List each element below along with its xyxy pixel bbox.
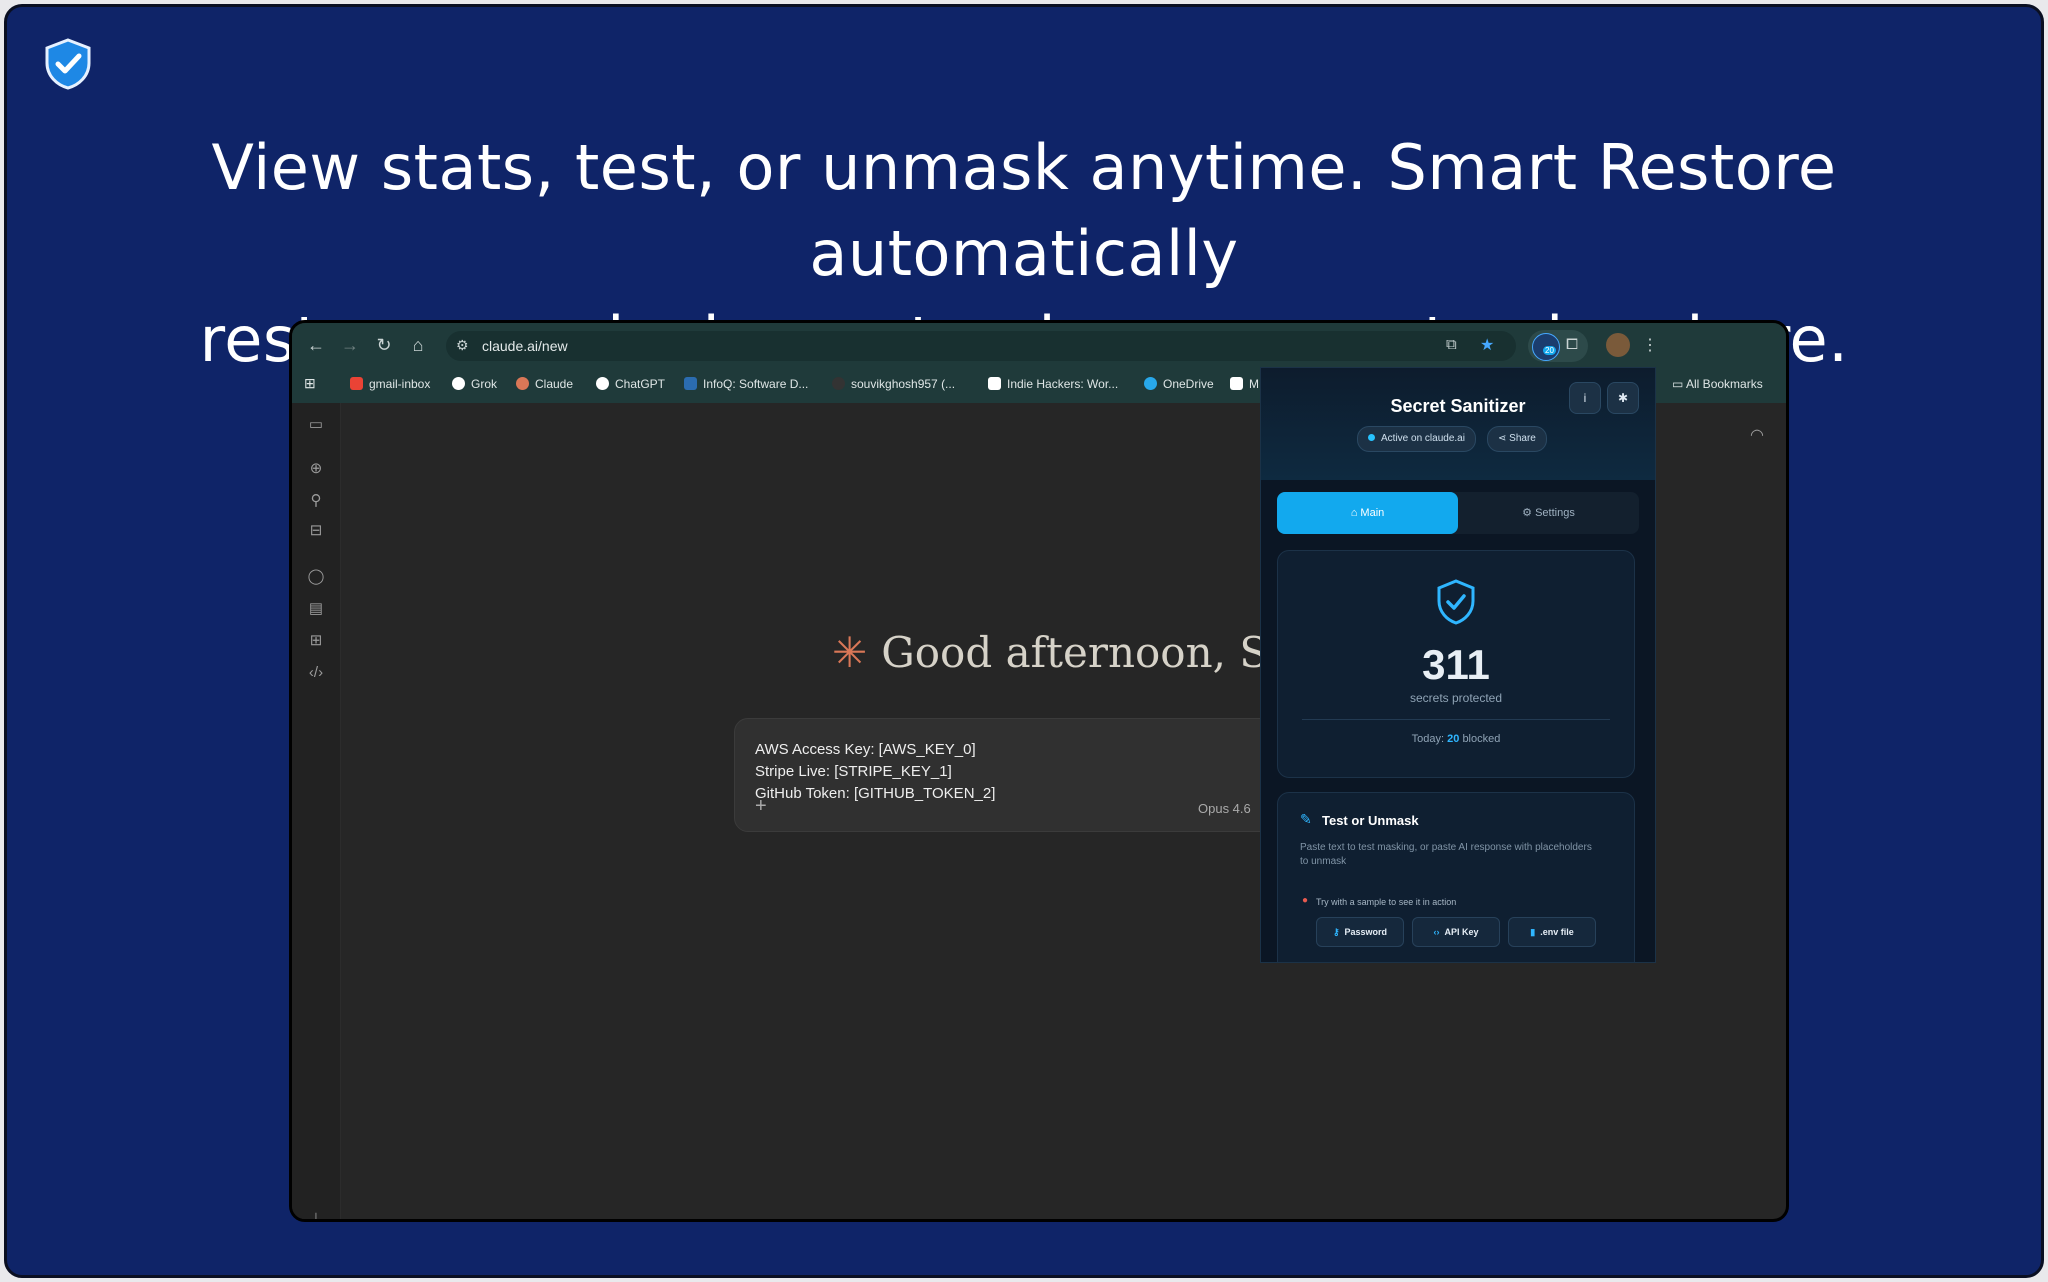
new-chat-icon[interactable]: ⊕ <box>306 459 326 479</box>
secret-sanitizer-extension-icon[interactable]: 20 <box>1532 333 1560 361</box>
shield-check-icon <box>45 38 91 90</box>
bookmark-item[interactable]: OneDrive <box>1144 377 1214 391</box>
reload-icon[interactable]: ↻ <box>372 333 396 357</box>
chatgpt-icon <box>596 377 609 390</box>
chats-icon[interactable]: ◯ <box>306 567 326 587</box>
prompt-line: GitHub Token: [GITHUB_TOKEN_2] <box>755 785 996 802</box>
tab-settings[interactable]: ⚙ Settings <box>1458 492 1639 534</box>
projects-icon[interactable]: ▤ <box>306 599 326 619</box>
gear-icon: ⚙ <box>1522 507 1536 519</box>
download-icon[interactable]: ⤓ <box>306 1209 326 1219</box>
puzzle-icon[interactable]: ⧠ <box>1566 336 1578 353</box>
bookmark-item[interactable]: gmail-inbox <box>350 377 430 391</box>
key-icon: ⚷ <box>1332 927 1340 937</box>
home-icon: ⌂ <box>1350 507 1361 519</box>
popup-tabs: ⌂ Main ⚙ Settings <box>1277 492 1639 534</box>
secrets-count-label: secrets protected <box>1409 691 1503 705</box>
test-description: Paste text to test masking, or paste AI … <box>1300 842 1592 867</box>
bookmark-item[interactable]: Indie Hackers: Wor... <box>988 377 1118 391</box>
headline-line-1: View stats, test, or unmask anytime. Sma… <box>211 131 1837 290</box>
search-icon[interactable]: ⚲ <box>306 491 326 511</box>
file-icon: ▮ <box>1530 927 1536 937</box>
sidebar-toggle-icon[interactable]: ▭ <box>306 415 326 435</box>
model-selector[interactable]: Opus 4.6 <box>1198 801 1251 816</box>
popup-header: Secret Sanitizer Active on claude.ai ⋖ S… <box>1261 368 1655 480</box>
share-icon: ⋖ <box>1498 433 1510 444</box>
grok-icon <box>452 377 465 390</box>
claude-icon <box>516 377 529 390</box>
status-dot <box>1368 434 1375 441</box>
sample-env-file-button[interactable]: ▮ .env file <box>1508 917 1596 947</box>
bookmark-item[interactable]: souvikghosh957 (... <box>832 377 955 391</box>
folder-icon: ▭ <box>1672 377 1687 391</box>
gear-icon: ✱ <box>1617 391 1629 405</box>
info-icon: i <box>1583 391 1587 405</box>
artifacts-icon[interactable]: ⊞ <box>306 631 326 651</box>
bookmark-item[interactable]: M <box>1230 377 1259 391</box>
address-bar[interactable]: ⚙ claude.ai/new ⧉ ★ 20 ⧠ ⋮ <box>446 330 1786 362</box>
all-bookmarks[interactable]: ▭ All Bookmarks <box>1672 377 1763 391</box>
settings-gear-button[interactable]: ✱ <box>1607 382 1639 414</box>
extension-badge: 20 <box>1543 346 1556 355</box>
browser-toolbar: ← → ↻ ⌂ ⚙ claude.ai/new ⧉ ★ 20 ⧠ ⋮ <box>292 323 1786 367</box>
prompt-line: AWS Access Key: [AWS_KEY_0] <box>755 741 976 758</box>
back-arrow-icon[interactable]: ← <box>304 333 328 357</box>
chat-sidebar: ▭ ⊕ ⚲ ⊟ ◯ ▤ ⊞ ‹/› ⤓ S <box>292 403 341 1219</box>
browser-window: ← → ↻ ⌂ ⚙ claude.ai/new ⧉ ★ 20 ⧠ ⋮ ⊞ gma… <box>289 320 1789 1222</box>
test-unmask-card: ✎ Test or Unmask Paste text to test mask… <box>1277 792 1635 962</box>
divider <box>1302 719 1610 720</box>
stats-card: 311 secrets protected Today: 20 blocked <box>1277 550 1635 778</box>
extensions-group: 20 ⧠ <box>1528 330 1588 362</box>
prompt-line: Stripe Live: [STRIPE_KEY_1] <box>755 763 952 780</box>
shield-check-icon <box>1437 579 1475 625</box>
bookmark-item[interactable]: ChatGPT <box>596 377 665 391</box>
status-badge: Active on claude.ai <box>1357 426 1476 452</box>
secrets-count: 311 <box>1422 641 1490 688</box>
test-title: Test or Unmask <box>1322 813 1419 828</box>
profile-avatar[interactable] <box>1606 333 1630 357</box>
infoq-icon <box>684 377 697 390</box>
today-stat: Today: 20 blocked <box>1411 733 1501 745</box>
code-icon[interactable]: ‹/› <box>306 663 326 683</box>
briefcase-icon[interactable]: ⊟ <box>306 521 326 541</box>
sample-password-button[interactable]: ⚷ Password <box>1316 917 1404 947</box>
bookmark-star-icon[interactable]: ★ <box>1480 335 1494 355</box>
medium-icon <box>1230 377 1243 390</box>
attach-plus-icon[interactable]: + <box>755 795 767 818</box>
apps-grid-icon[interactable]: ⊞ <box>304 375 316 392</box>
github-icon <box>832 377 845 390</box>
info-button[interactable]: i <box>1569 382 1601 414</box>
indie-hackers-icon <box>988 377 1001 390</box>
forward-arrow-icon[interactable]: → <box>338 333 362 357</box>
bookmark-item[interactable]: Claude <box>516 377 573 391</box>
incognito-ghost-icon[interactable]: ◠ <box>1750 425 1764 445</box>
sample-hint: Try with a sample to see it in action <box>1316 897 1457 907</box>
install-app-icon[interactable]: ⧉ <box>1446 336 1457 353</box>
onedrive-icon <box>1144 377 1157 390</box>
site-settings-icon[interactable]: ⚙ <box>456 337 469 354</box>
bookmark-item[interactable]: Grok <box>452 377 497 391</box>
pencil-icon: ✎ <box>1300 811 1312 827</box>
gmail-icon <box>350 377 363 390</box>
bookmark-item[interactable]: InfoQ: Software D... <box>684 377 808 391</box>
extension-popup: Secret Sanitizer Active on claude.ai ⋖ S… <box>1260 367 1656 963</box>
address-bar-field[interactable]: ⚙ claude.ai/new ⧉ ★ <box>446 331 1516 361</box>
url-text: claude.ai/new <box>482 338 568 354</box>
share-button[interactable]: ⋖ Share <box>1487 426 1547 452</box>
code-icon: ‹› <box>1433 927 1440 937</box>
tab-main[interactable]: ⌂ Main <box>1277 492 1458 534</box>
more-menu-icon[interactable]: ⋮ <box>1642 335 1658 355</box>
home-icon[interactable]: ⌂ <box>406 333 430 357</box>
prompt-text[interactable]: AWS Access Key: [AWS_KEY_0] Stripe Live:… <box>755 739 995 805</box>
sample-api-key-button[interactable]: ‹› API Key <box>1412 917 1500 947</box>
chat-input[interactable]: AWS Access Key: [AWS_KEY_0] Stripe Live:… <box>734 718 1336 832</box>
pin-icon: ● <box>1302 895 1309 906</box>
claude-spark-icon: ✳ <box>832 628 868 677</box>
promo-frame: View stats, test, or unmask anytime. Sma… <box>4 4 2044 1278</box>
